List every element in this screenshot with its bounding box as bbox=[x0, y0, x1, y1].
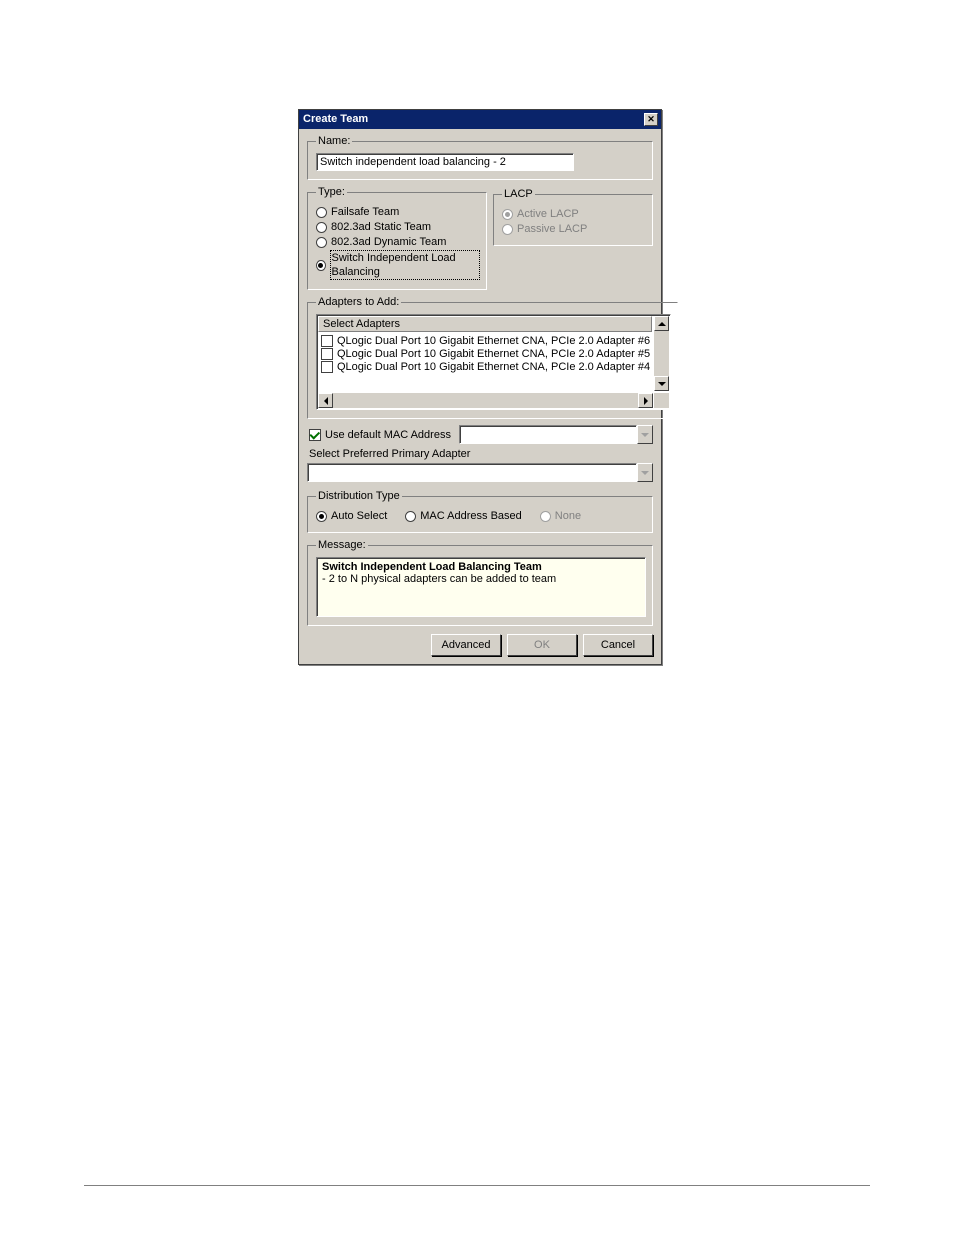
close-button[interactable]: ✕ bbox=[644, 113, 658, 126]
message-box: Switch Independent Load Balancing Team -… bbox=[316, 557, 646, 617]
lacp-option-label: Active LACP bbox=[517, 207, 579, 221]
vertical-scrollbar[interactable] bbox=[654, 316, 669, 391]
message-title: Switch Independent Load Balancing Team bbox=[322, 561, 640, 573]
adapters-group: Adapters to Add: Select Adapters QLogic … bbox=[307, 296, 678, 419]
chevron-up-icon bbox=[658, 322, 666, 326]
chevron-down-icon bbox=[641, 471, 649, 475]
chevron-left-icon bbox=[324, 397, 328, 405]
page-footer-rule bbox=[84, 1185, 870, 1186]
lacp-option-active: Active LACP bbox=[502, 207, 646, 221]
chevron-right-icon bbox=[644, 397, 648, 405]
type-option-label: 802.3ad Static Team bbox=[331, 220, 431, 234]
list-item[interactable]: QLogic Dual Port 10 Gigabit Ethernet CNA… bbox=[321, 361, 650, 373]
radio-icon bbox=[316, 511, 327, 522]
type-option-dynamic[interactable]: 802.3ad Dynamic Team bbox=[316, 235, 480, 249]
message-legend: Message: bbox=[316, 539, 368, 551]
type-option-failsafe[interactable]: Failsafe Team bbox=[316, 205, 480, 219]
dist-option-mac[interactable]: MAC Address Based bbox=[405, 509, 522, 523]
chevron-down-icon bbox=[658, 382, 666, 386]
advanced-button[interactable]: Advanced bbox=[431, 634, 501, 656]
type-option-label: Failsafe Team bbox=[331, 205, 399, 219]
lacp-group: LACP Active LACP Passive LACP bbox=[493, 188, 653, 246]
mac-dropdown-button bbox=[637, 425, 653, 444]
scroll-right-button[interactable] bbox=[638, 393, 653, 408]
name-legend: Name: bbox=[316, 135, 352, 147]
lacp-option-passive: Passive LACP bbox=[502, 222, 646, 236]
checkbox-icon[interactable] bbox=[321, 361, 333, 373]
preferred-primary-label: Select Preferred Primary Adapter bbox=[309, 448, 653, 460]
use-default-mac-row: Use default MAC Address bbox=[309, 425, 653, 444]
dist-option-label: None bbox=[555, 509, 581, 523]
scroll-left-button[interactable] bbox=[318, 393, 333, 408]
radio-icon bbox=[316, 222, 327, 233]
type-option-label: 802.3ad Dynamic Team bbox=[331, 235, 446, 249]
dialog-client: Name: Type: Failsafe Team 802.3ad Static… bbox=[299, 129, 661, 664]
type-option-silb[interactable]: Switch Independent Load Balancing bbox=[316, 250, 480, 280]
adapters-listbox[interactable]: Select Adapters QLogic Dual Port 10 Giga… bbox=[316, 314, 671, 410]
type-legend: Type: bbox=[316, 186, 347, 198]
lacp-legend: LACP bbox=[502, 188, 535, 200]
message-body: - 2 to N physical adapters can be added … bbox=[322, 573, 640, 585]
dist-option-label: Auto Select bbox=[331, 509, 387, 523]
window-title: Create Team bbox=[303, 113, 368, 125]
preferred-primary-input[interactable] bbox=[307, 463, 637, 482]
radio-icon bbox=[405, 511, 416, 522]
adapters-legend: Adapters to Add: bbox=[316, 296, 401, 308]
use-default-mac-label: Use default MAC Address bbox=[325, 428, 451, 442]
name-group: Name: bbox=[307, 135, 653, 180]
adapter-label: QLogic Dual Port 10 Gigabit Ethernet CNA… bbox=[337, 348, 650, 360]
list-item[interactable]: QLogic Dual Port 10 Gigabit Ethernet CNA… bbox=[321, 348, 650, 360]
titlebar: Create Team ✕ bbox=[299, 110, 661, 129]
adapter-label: QLogic Dual Port 10 Gigabit Ethernet CNA… bbox=[337, 335, 650, 347]
type-option-label: Switch Independent Load Balancing bbox=[330, 250, 480, 280]
radio-icon bbox=[502, 209, 513, 220]
type-option-static[interactable]: 802.3ad Static Team bbox=[316, 220, 480, 234]
dist-option-auto[interactable]: Auto Select bbox=[316, 509, 387, 523]
use-default-mac-checkbox[interactable] bbox=[309, 429, 321, 441]
team-name-input[interactable] bbox=[316, 153, 574, 171]
close-icon: ✕ bbox=[647, 114, 655, 124]
preferred-dropdown-button[interactable] bbox=[637, 463, 653, 482]
dist-option-label: MAC Address Based bbox=[420, 509, 522, 523]
create-team-dialog: Create Team ✕ Name: Type: Failsafe Team … bbox=[298, 109, 662, 665]
adapters-list-body: QLogic Dual Port 10 Gigabit Ethernet CNA… bbox=[317, 332, 654, 376]
horizontal-scrollbar[interactable] bbox=[318, 393, 653, 408]
adapter-label: QLogic Dual Port 10 Gigabit Ethernet CNA… bbox=[337, 361, 650, 373]
mac-address-input bbox=[459, 425, 637, 444]
preferred-primary-combo[interactable] bbox=[307, 463, 653, 482]
ok-button: OK bbox=[507, 634, 577, 656]
radio-icon bbox=[316, 260, 326, 271]
checkbox-icon[interactable] bbox=[321, 348, 333, 360]
list-item[interactable]: QLogic Dual Port 10 Gigabit Ethernet CNA… bbox=[321, 335, 650, 347]
radio-icon bbox=[502, 224, 513, 235]
distribution-legend: Distribution Type bbox=[316, 490, 402, 502]
adapters-header[interactable]: Select Adapters bbox=[318, 316, 652, 332]
dist-option-none: None bbox=[540, 509, 581, 523]
distribution-type-group: Distribution Type Auto Select MAC Addres… bbox=[307, 490, 653, 533]
scroll-up-button[interactable] bbox=[654, 316, 669, 331]
scroll-down-button[interactable] bbox=[654, 376, 669, 391]
chevron-down-icon bbox=[641, 433, 649, 437]
cancel-button[interactable]: Cancel bbox=[583, 634, 653, 656]
lacp-option-label: Passive LACP bbox=[517, 222, 587, 236]
button-row: Advanced OK Cancel bbox=[307, 634, 653, 656]
radio-icon bbox=[540, 511, 551, 522]
radio-icon bbox=[316, 207, 327, 218]
type-group: Type: Failsafe Team 802.3ad Static Team … bbox=[307, 186, 487, 290]
radio-icon bbox=[316, 237, 327, 248]
mac-address-combo bbox=[459, 425, 653, 444]
checkbox-icon[interactable] bbox=[321, 335, 333, 347]
message-group: Message: Switch Independent Load Balanci… bbox=[307, 539, 653, 626]
scroll-corner bbox=[654, 393, 669, 408]
